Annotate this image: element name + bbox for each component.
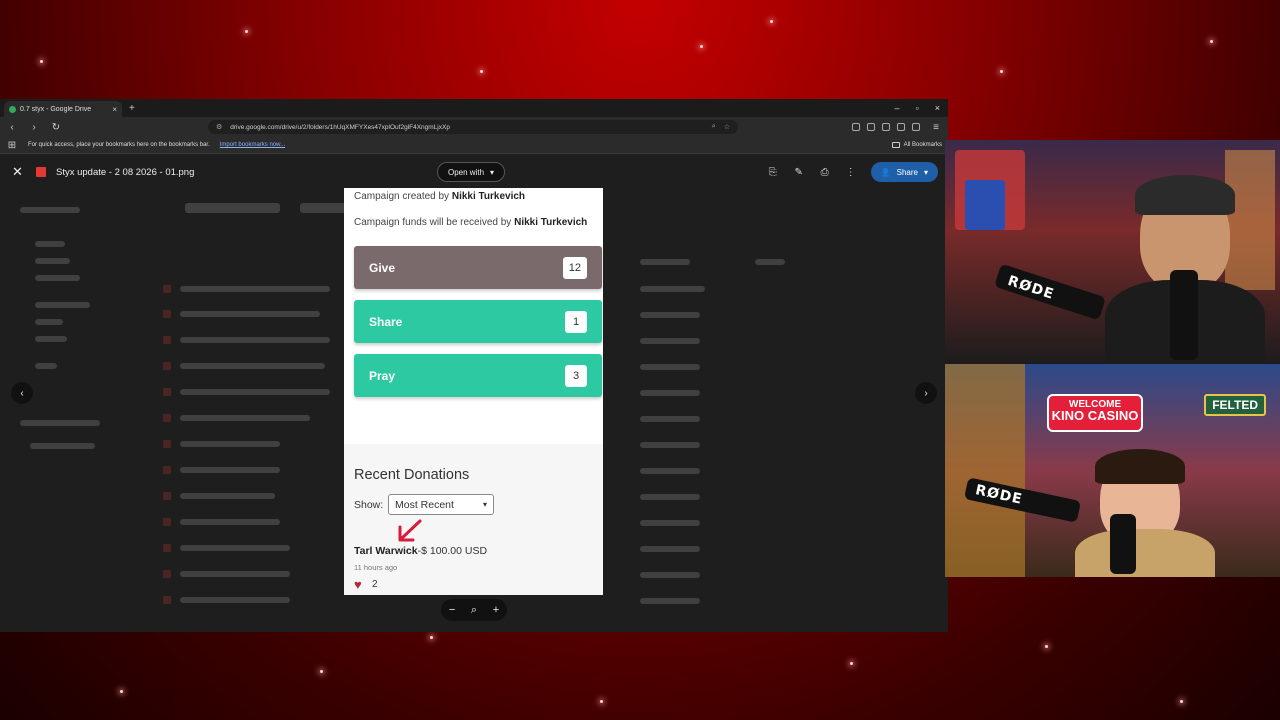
- new-tab-button[interactable]: +: [129, 103, 135, 114]
- heart-icon: ♥: [354, 577, 362, 592]
- close-viewer-icon[interactable]: ✕: [12, 164, 26, 180]
- browser-toolbar: ‹ › ↻ ⚙ drive.google.com/drive/u/2/folde…: [0, 117, 948, 137]
- donation-time: 11 hours ago: [354, 563, 398, 572]
- received-prefix: Campaign funds will be received by: [354, 217, 515, 228]
- recipient-name: Nikki Turkevich: [514, 217, 588, 228]
- donation-entry: Tarl Warwick-$ 100.00 USD: [354, 545, 487, 557]
- browser-tab[interactable]: 0.7 styx - Google Drive ×: [4, 101, 122, 117]
- webcam-bottom: WELCOME KINO CASINO FELTED RØDE: [945, 364, 1280, 577]
- chevron-down-icon: ▾: [482, 500, 487, 509]
- all-bookmarks-button[interactable]: All Bookmarks: [891, 142, 942, 148]
- open-with-button[interactable]: Open with ▾: [437, 162, 506, 182]
- bookmarks-bar: ⊞ For quick access, place your bookmarks…: [0, 137, 948, 154]
- extension-icon[interactable]: [882, 123, 890, 131]
- created-prefix: Campaign created by: [354, 191, 452, 202]
- add-to-folder-icon[interactable]: ⎘: [767, 167, 779, 178]
- creator-name: Nikki Turkevich: [451, 191, 526, 202]
- address-bar[interactable]: ⚙ drive.google.com/drive/u/2/folders/1hU…: [208, 120, 738, 134]
- zoom-controls: − ⌕ +: [441, 599, 507, 621]
- reload-icon[interactable]: ↻: [50, 122, 62, 133]
- zoom-page-icon[interactable]: ⌕: [712, 123, 716, 131]
- previous-file-button[interactable]: ‹: [11, 382, 33, 404]
- apps-grid-icon[interactable]: ⊞: [6, 140, 18, 151]
- open-with-label: Open with: [448, 167, 485, 177]
- casino-sign-name: KINO CASINO: [1051, 408, 1139, 423]
- extension-icons: [852, 123, 920, 131]
- bookmarks-hint: For quick access, place your bookmarks h…: [28, 142, 210, 148]
- extension-icon[interactable]: [897, 123, 905, 131]
- extension-icon[interactable]: [912, 123, 920, 131]
- minimize-button[interactable]: –: [895, 103, 900, 113]
- drive-favicon-icon: [9, 105, 16, 113]
- give-count: 12: [562, 256, 587, 279]
- campaign-received-line: Campaign funds will be received by Nikki…: [354, 217, 587, 228]
- zoom-in-button[interactable]: +: [493, 604, 499, 616]
- add-comment-icon[interactable]: ✎: [793, 167, 805, 178]
- zoom-search-icon[interactable]: ⌕: [471, 604, 477, 617]
- image-file-icon: [36, 167, 46, 177]
- caret-down-icon: ▾: [490, 167, 495, 177]
- forward-icon[interactable]: ›: [28, 122, 40, 133]
- tab-bar: 0.7 styx - Google Drive × + – ▫ ×: [0, 99, 948, 117]
- pray-button: Pray 3: [354, 354, 602, 397]
- viewer-actions: ⎘ ✎ ⎙ ⋮ 👤 Share ▾: [767, 162, 938, 182]
- pray-count: 3: [565, 364, 587, 387]
- more-options-icon[interactable]: ⋮: [845, 167, 857, 178]
- close-window-button[interactable]: ×: [935, 103, 940, 113]
- share-campaign-button: Share 1: [354, 300, 602, 343]
- share-button[interactable]: 👤 Share ▾: [870, 162, 938, 182]
- zoom-out-button[interactable]: −: [449, 604, 455, 616]
- import-bookmarks-link[interactable]: Import bookmarks now...: [220, 142, 285, 148]
- image-preview: Campaign created by Nikki Turkevich Camp…: [344, 188, 603, 595]
- recent-donations-heading: Recent Donations: [354, 467, 470, 483]
- tab-close-icon[interactable]: ×: [112, 105, 117, 114]
- extension-icon[interactable]: [852, 123, 860, 131]
- browser-window: 0.7 styx - Google Drive × + – ▫ × ‹ › ↻ …: [0, 99, 948, 632]
- site-info-icon[interactable]: ⚙: [216, 123, 222, 131]
- back-icon[interactable]: ‹: [6, 122, 18, 133]
- file-title: Styx update - 2 08 2026 - 01.png: [56, 166, 195, 178]
- drive-viewer: ✕ Styx update - 2 08 2026 - 01.png Open …: [0, 155, 948, 632]
- bookmark-star-icon[interactable]: ☆: [724, 123, 730, 131]
- give-label: Give: [369, 260, 396, 275]
- show-label: Show:: [354, 499, 384, 511]
- share-label: Share: [896, 167, 918, 177]
- window-controls: – ▫ ×: [895, 103, 948, 113]
- tab-title: 0.7 styx - Google Drive: [20, 105, 92, 113]
- webcam-top: RØDE: [945, 140, 1280, 364]
- folder-icon: [891, 142, 900, 148]
- all-bookmarks-label: All Bookmarks: [903, 142, 942, 148]
- donor-name: Tarl Warwick: [354, 545, 418, 557]
- show-select-value: Most Recent: [395, 498, 454, 511]
- red-annotation-arrow-icon: [398, 519, 422, 542]
- people-icon: 👤: [880, 167, 891, 177]
- extension-icon[interactable]: [867, 123, 875, 131]
- share-caret-icon[interactable]: ▾: [924, 168, 928, 177]
- share-count: 1: [565, 310, 587, 333]
- url-text[interactable]: drive.google.com/drive/u/2/folders/1hUqX…: [230, 124, 704, 131]
- likes-count: 2: [372, 579, 378, 590]
- next-file-button[interactable]: ›: [915, 382, 937, 404]
- campaign-created-line: Campaign created by Nikki Turkevich: [354, 191, 525, 202]
- print-icon[interactable]: ⎙: [819, 167, 831, 178]
- maximize-button[interactable]: ▫: [916, 103, 919, 113]
- pray-label: Pray: [369, 368, 396, 383]
- share-campaign-label: Share: [369, 314, 403, 329]
- felted-sign: FELTED: [1204, 394, 1266, 416]
- show-select: Most Recent ▾: [388, 494, 494, 515]
- menu-icon[interactable]: ≡: [930, 122, 942, 133]
- give-button: Give 12: [354, 246, 602, 289]
- donation-amount: -$ 100.00 USD: [417, 545, 488, 557]
